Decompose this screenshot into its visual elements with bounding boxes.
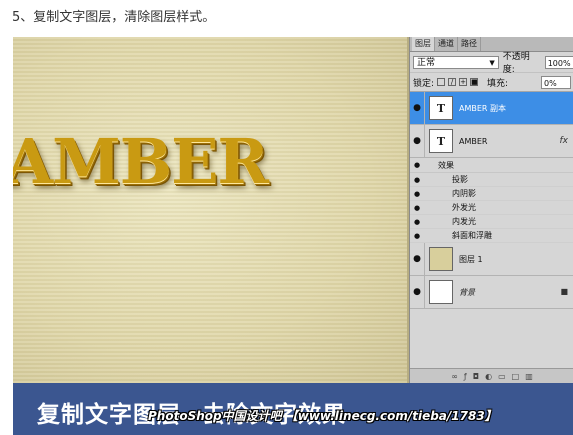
opacity-field[interactable]: 100% xyxy=(544,55,573,69)
effect-inner-shadow[interactable]: ● 内阴影 xyxy=(410,187,573,201)
eye-icon[interactable]: ● xyxy=(410,201,424,214)
effects-group[interactable]: ● 效果 xyxy=(410,158,573,173)
effect-label: 内发光 xyxy=(452,217,476,226)
effect-label: 斜面和浮雕 xyxy=(452,231,492,240)
text-layer-thumb-icon: T xyxy=(429,129,453,153)
layer-thumb xyxy=(429,280,453,304)
fx-icon[interactable]: fx xyxy=(560,136,569,146)
effect-bevel-emboss[interactable]: ● 斜面和浮雕 xyxy=(410,229,573,243)
lock-transparent-icon[interactable] xyxy=(437,78,446,86)
lock-position-icon[interactable]: + xyxy=(459,78,468,86)
link-icon[interactable]: ∞ xyxy=(451,372,458,381)
layer-1[interactable]: ● 图层 1 xyxy=(410,243,573,276)
watermark: PhotoShop中国设计吧 【www.linecg.com/tieba/178… xyxy=(148,409,497,423)
mask-icon[interactable]: ◘ xyxy=(473,372,479,381)
caption-banner: 复制文字图层--去除文字效果 PhotoShop中国设计吧 【www.linec… xyxy=(13,383,573,435)
gold-amber-text: AMBER xyxy=(13,125,269,198)
eye-icon[interactable]: ● xyxy=(410,92,425,124)
eye-icon[interactable]: ● xyxy=(410,187,424,200)
eye-icon[interactable]: ● xyxy=(410,276,425,308)
eye-icon[interactable]: ● xyxy=(410,215,424,228)
effect-label: 内阴影 xyxy=(452,189,476,198)
layer-amber-copy[interactable]: ● T AMBER 副本 xyxy=(410,92,573,125)
step-caption: 5、复制文字图层，清除图层样式。 xyxy=(12,10,216,25)
fill-label: 填充: xyxy=(487,78,509,89)
layer-name: AMBER 副本 xyxy=(459,103,507,113)
blend-opacity-row: 正常 ▼ 不透明度: 100% xyxy=(410,52,573,75)
layer-name: 背景 xyxy=(459,287,475,297)
eye-icon[interactable]: ● xyxy=(410,173,424,186)
layer-amber[interactable]: ● T AMBER fx xyxy=(410,125,573,158)
layer-name: AMBER xyxy=(459,136,488,146)
effect-outer-glow[interactable]: ● 外发光 xyxy=(410,201,573,215)
eye-icon[interactable]: ● xyxy=(410,243,425,275)
panel-bottom-bar: ∞ ƒ ◘ ◐ ▭ □ ▥ xyxy=(410,368,573,383)
fx-menu-icon[interactable]: ƒ xyxy=(464,372,467,381)
effect-drop-shadow[interactable]: ● 投影 xyxy=(410,173,573,187)
effects-label: 效果 xyxy=(438,160,454,170)
dropdown-arrow-icon: ▼ xyxy=(489,58,495,67)
tab-paths[interactable]: 路径 xyxy=(458,37,481,51)
tab-layers[interactable]: 图层 xyxy=(412,37,435,51)
lock-all-icon[interactable]: ■ xyxy=(470,78,479,86)
eye-icon[interactable]: ● xyxy=(410,125,425,157)
eye-icon[interactable]: ● xyxy=(410,229,424,242)
new-layer-icon[interactable]: □ xyxy=(512,372,520,381)
blend-mode-select[interactable]: 正常 ▼ xyxy=(413,55,499,69)
effect-label: 投影 xyxy=(452,175,468,184)
layers-panel: 图层 通道 路径 正常 ▼ 不透明度: 100% 锁定: / + ■ 填充: 0… xyxy=(409,37,573,383)
lock-pixels-icon[interactable]: / xyxy=(448,78,457,86)
layer-name: 图层 1 xyxy=(459,254,483,264)
lock-fill-row: 锁定: / + ■ 填充: 0% xyxy=(410,73,573,92)
eye-icon[interactable]: ● xyxy=(410,158,424,172)
panel-tabs: 图层 通道 路径 xyxy=(410,37,573,52)
tab-channels[interactable]: 通道 xyxy=(435,37,458,51)
fill-field[interactable]: 0% xyxy=(541,75,571,89)
photoshop-screenshot: AMBER 图层 通道 路径 正常 ▼ 不透明度: 100% 锁定: / + ■… xyxy=(13,37,573,435)
effect-inner-glow[interactable]: ● 内发光 xyxy=(410,215,573,229)
opacity-label: 不透明度: xyxy=(502,52,530,75)
lock-icon: ■ xyxy=(560,287,568,296)
lock-label: 锁定: xyxy=(413,78,435,89)
layer-background[interactable]: ● 背景 ■ xyxy=(410,276,573,309)
layer-thumb xyxy=(429,247,453,271)
adjustment-icon[interactable]: ◐ xyxy=(485,372,492,381)
folder-icon[interactable]: ▭ xyxy=(498,372,506,381)
text-layer-thumb-icon: T xyxy=(429,96,453,120)
effect-label: 外发光 xyxy=(452,203,476,212)
document-canvas[interactable]: AMBER xyxy=(13,37,407,383)
blend-mode-value: 正常 xyxy=(417,57,436,68)
trash-icon[interactable]: ▥ xyxy=(525,372,533,381)
